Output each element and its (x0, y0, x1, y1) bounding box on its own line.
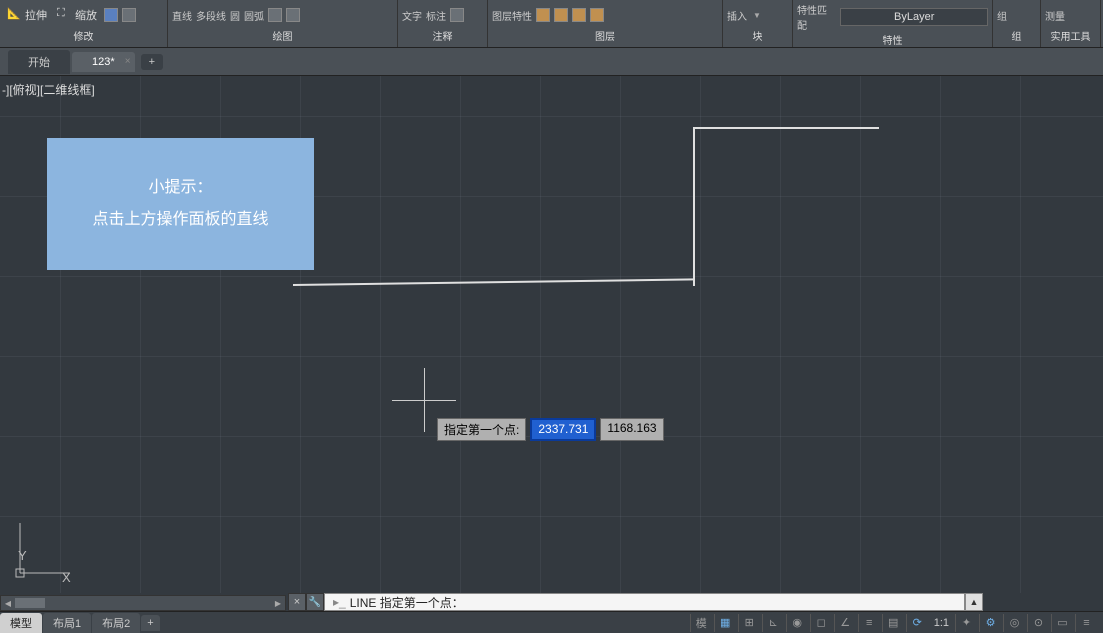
array-icon[interactable] (104, 8, 118, 22)
anno-toggle[interactable]: ✦ (955, 614, 977, 632)
layout-add[interactable]: + (141, 615, 159, 631)
isolate-toggle[interactable]: ◎ (1003, 614, 1025, 632)
panel-layer-label: 图层 (492, 28, 718, 45)
transparency-toggle[interactable]: ▤ (882, 614, 904, 632)
panel-annotate-label: 注释 (402, 28, 483, 45)
dyn-prompt: 指定第一个点: (437, 418, 526, 441)
bylayer-combo[interactable]: ByLayer (840, 8, 988, 26)
scale-icon: ⛶ (57, 7, 73, 23)
panel-draw-label: 绘图 (172, 28, 393, 45)
text-label: 文字 (402, 8, 422, 23)
cmdline-expand-button[interactable]: ▲ (965, 593, 983, 611)
ucs-x-label: X (62, 570, 71, 585)
hint-title: 小提示： (148, 172, 212, 204)
layout-2[interactable]: 布局2 (92, 613, 140, 633)
layer-icon2[interactable] (554, 8, 568, 22)
modify-icon[interactable] (122, 8, 136, 22)
panel-modify: 📐拉伸 ⛶缩放 修改 (0, 0, 168, 47)
panel-util: 测量 实用工具 (1041, 0, 1101, 47)
polar-toggle[interactable]: ◉ (786, 614, 808, 632)
scale-display[interactable]: 1:1 (930, 617, 953, 629)
tab-doc[interactable]: 123*× (72, 52, 135, 72)
close-icon[interactable]: × (125, 56, 131, 67)
viewport-label[interactable]: -][俯视][二维线框] (2, 81, 95, 98)
draw-icon1[interactable] (268, 8, 282, 22)
panel-block: 插入 ▼ 块 (723, 0, 793, 47)
panel-modify-label: 修改 (4, 28, 163, 45)
arc-label: 圆弧 (244, 8, 264, 23)
drawing-canvas[interactable]: -][俯视][二维线框] 小提示： 点击上方操作面板的直线 指定第一个点: 23… (0, 76, 1103, 593)
panel-props: 特性匹配 ByLayer 特性 (793, 0, 993, 47)
ucs-y-label: Y (18, 548, 27, 563)
panel-layer: 图层特性 图层 (488, 0, 723, 47)
hint-body: 点击上方操作面板的直线 (92, 204, 268, 236)
dynamic-input: 指定第一个点: 2337.731 1168.163 (437, 418, 664, 441)
circle-label: 圆 (230, 8, 240, 23)
matchprops-label[interactable]: 特性匹配 (797, 2, 836, 32)
layer-icon4[interactable] (590, 8, 604, 22)
h-scrollbar[interactable]: ◀ ▶ (0, 595, 286, 611)
scrollbar-thumb[interactable] (15, 598, 45, 608)
hardware-toggle[interactable]: ⊙ (1027, 614, 1049, 632)
prompt-icon: ▸_ (333, 595, 346, 609)
stretch-icon: 📐 (7, 7, 23, 23)
line-segment (293, 278, 695, 286)
scroll-right-icon[interactable]: ▶ (271, 596, 285, 610)
dyn-y-field[interactable]: 1168.163 (600, 418, 663, 441)
panel-util-label: 实用工具 (1045, 28, 1096, 45)
tab-start[interactable]: 开始 (8, 50, 70, 74)
panel-draw: 直线 多段线 圆 圆弧 绘图 (168, 0, 398, 47)
layer-icon1[interactable] (536, 8, 550, 22)
ortho-toggle[interactable]: ⊾ (762, 614, 784, 632)
layer-icon3[interactable] (572, 8, 586, 22)
layerprops-label: 图层特性 (492, 8, 532, 23)
panel-props-label: 特性 (797, 32, 988, 49)
customize-toggle[interactable]: ≡ (1075, 614, 1097, 632)
wrench-icon: 🔧 (309, 597, 321, 608)
panel-group: 组 组 (993, 0, 1041, 47)
status-toggles: 模 ▦ ⊞ ⊾ ◉ ◻ ∠ ≡ ▤ ⟳ 1:1 ✦ ⚙ ◎ ⊙ ▭ ≡ (690, 614, 1103, 632)
command-input[interactable]: ▸_LINE 指定第一个点： (324, 593, 965, 611)
stretch-button[interactable]: 📐拉伸 (4, 6, 50, 24)
tab-add-button[interactable]: + (141, 54, 163, 70)
dyn-x-field[interactable]: 2337.731 (530, 418, 596, 441)
hint-box: 小提示： 点击上方操作面板的直线 (47, 138, 314, 270)
layout-model[interactable]: 模型 (0, 613, 42, 633)
cmdline-config-button[interactable]: 🔧 (306, 593, 324, 611)
crosshair-v (424, 368, 425, 432)
line-segment (693, 127, 879, 129)
panel-annotate: 文字 标注 注释 (398, 0, 488, 47)
table-icon[interactable] (450, 8, 464, 22)
layout-1[interactable]: 布局1 (43, 613, 91, 633)
cycling-toggle[interactable]: ⟳ (906, 614, 928, 632)
line-label: 直线 (172, 8, 192, 23)
osnap-toggle[interactable]: ◻ (810, 614, 832, 632)
panel-block-label: 块 (727, 28, 788, 45)
cmdline-close-button[interactable]: × (288, 593, 306, 611)
chevron-down-icon[interactable]: ▼ (753, 11, 761, 20)
cleanscreen-toggle[interactable]: ▭ (1051, 614, 1073, 632)
workspace-toggle[interactable]: ⚙ (979, 614, 1001, 632)
lwt-toggle[interactable]: ≡ (858, 614, 880, 632)
scale-button[interactable]: ⛶缩放 (54, 6, 100, 24)
panel-group-label: 组 (997, 28, 1036, 45)
file-tabs: 开始 123*× + (0, 48, 1103, 76)
dim-label: 标注 (426, 8, 446, 23)
group-label[interactable]: 组 (997, 8, 1007, 23)
command-line: × 🔧 ▸_LINE 指定第一个点： ▲ (288, 593, 983, 611)
draw-icon2[interactable] (286, 8, 300, 22)
insert-label[interactable]: 插入 (727, 8, 747, 23)
line-segment (693, 127, 695, 286)
measure-label[interactable]: 测量 (1045, 8, 1065, 23)
grid-toggle[interactable]: ▦ (714, 614, 736, 632)
scroll-left-icon[interactable]: ◀ (1, 596, 15, 610)
snap-toggle[interactable]: ⊞ (738, 614, 760, 632)
statusbar: 模型 布局1 布局2 + 模 ▦ ⊞ ⊾ ◉ ◻ ∠ ≡ ▤ ⟳ 1:1 ✦ ⚙… (0, 611, 1103, 633)
polyline-label: 多段线 (196, 8, 226, 23)
ribbon: 📐拉伸 ⛶缩放 修改 直线 多段线 圆 圆弧 绘图 文字 标注 注释 图层特性 (0, 0, 1103, 48)
model-toggle[interactable]: 模 (690, 614, 712, 632)
track-toggle[interactable]: ∠ (834, 614, 856, 632)
